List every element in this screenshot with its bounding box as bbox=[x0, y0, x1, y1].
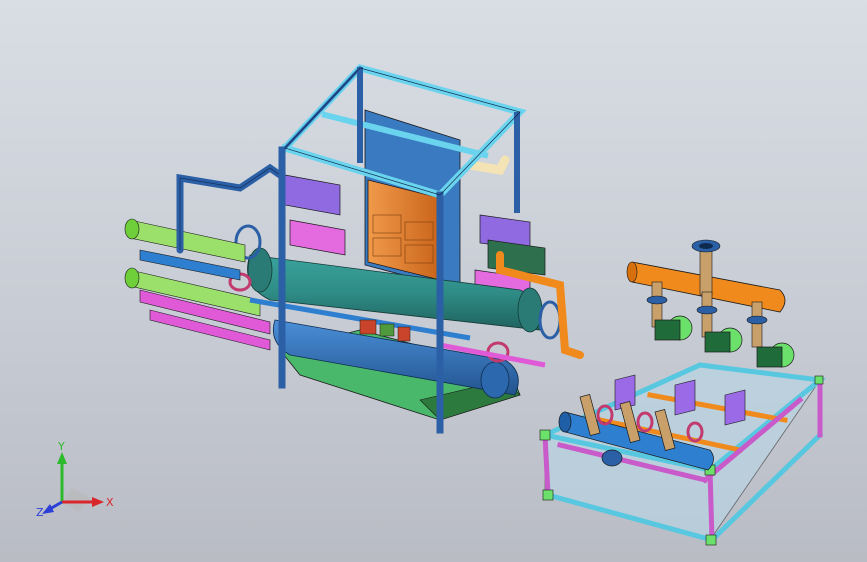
purple-junction-box bbox=[284, 174, 341, 216]
pumps bbox=[654, 315, 795, 368]
x-axis-label: X bbox=[106, 496, 114, 509]
cad-3d-viewport[interactable]: Y X Z bbox=[0, 0, 867, 562]
pump-skid-assembly[interactable] bbox=[539, 239, 827, 546]
chiller-skid-assembly-model[interactable] bbox=[0, 0, 867, 562]
y-axis-arrow bbox=[57, 452, 67, 464]
z-axis-label: Z bbox=[36, 506, 44, 519]
y-axis-label: Y bbox=[57, 440, 65, 453]
triad-graphic: Y X Z bbox=[36, 440, 114, 519]
z-axis-arrow bbox=[42, 504, 54, 514]
main-chiller-unit[interactable] bbox=[124, 64, 584, 434]
triad-plane-xy bbox=[62, 488, 90, 512]
magenta-box-left bbox=[289, 219, 346, 256]
coordinate-triad: Y X Z bbox=[30, 440, 120, 530]
x-axis-arrow bbox=[92, 497, 104, 507]
